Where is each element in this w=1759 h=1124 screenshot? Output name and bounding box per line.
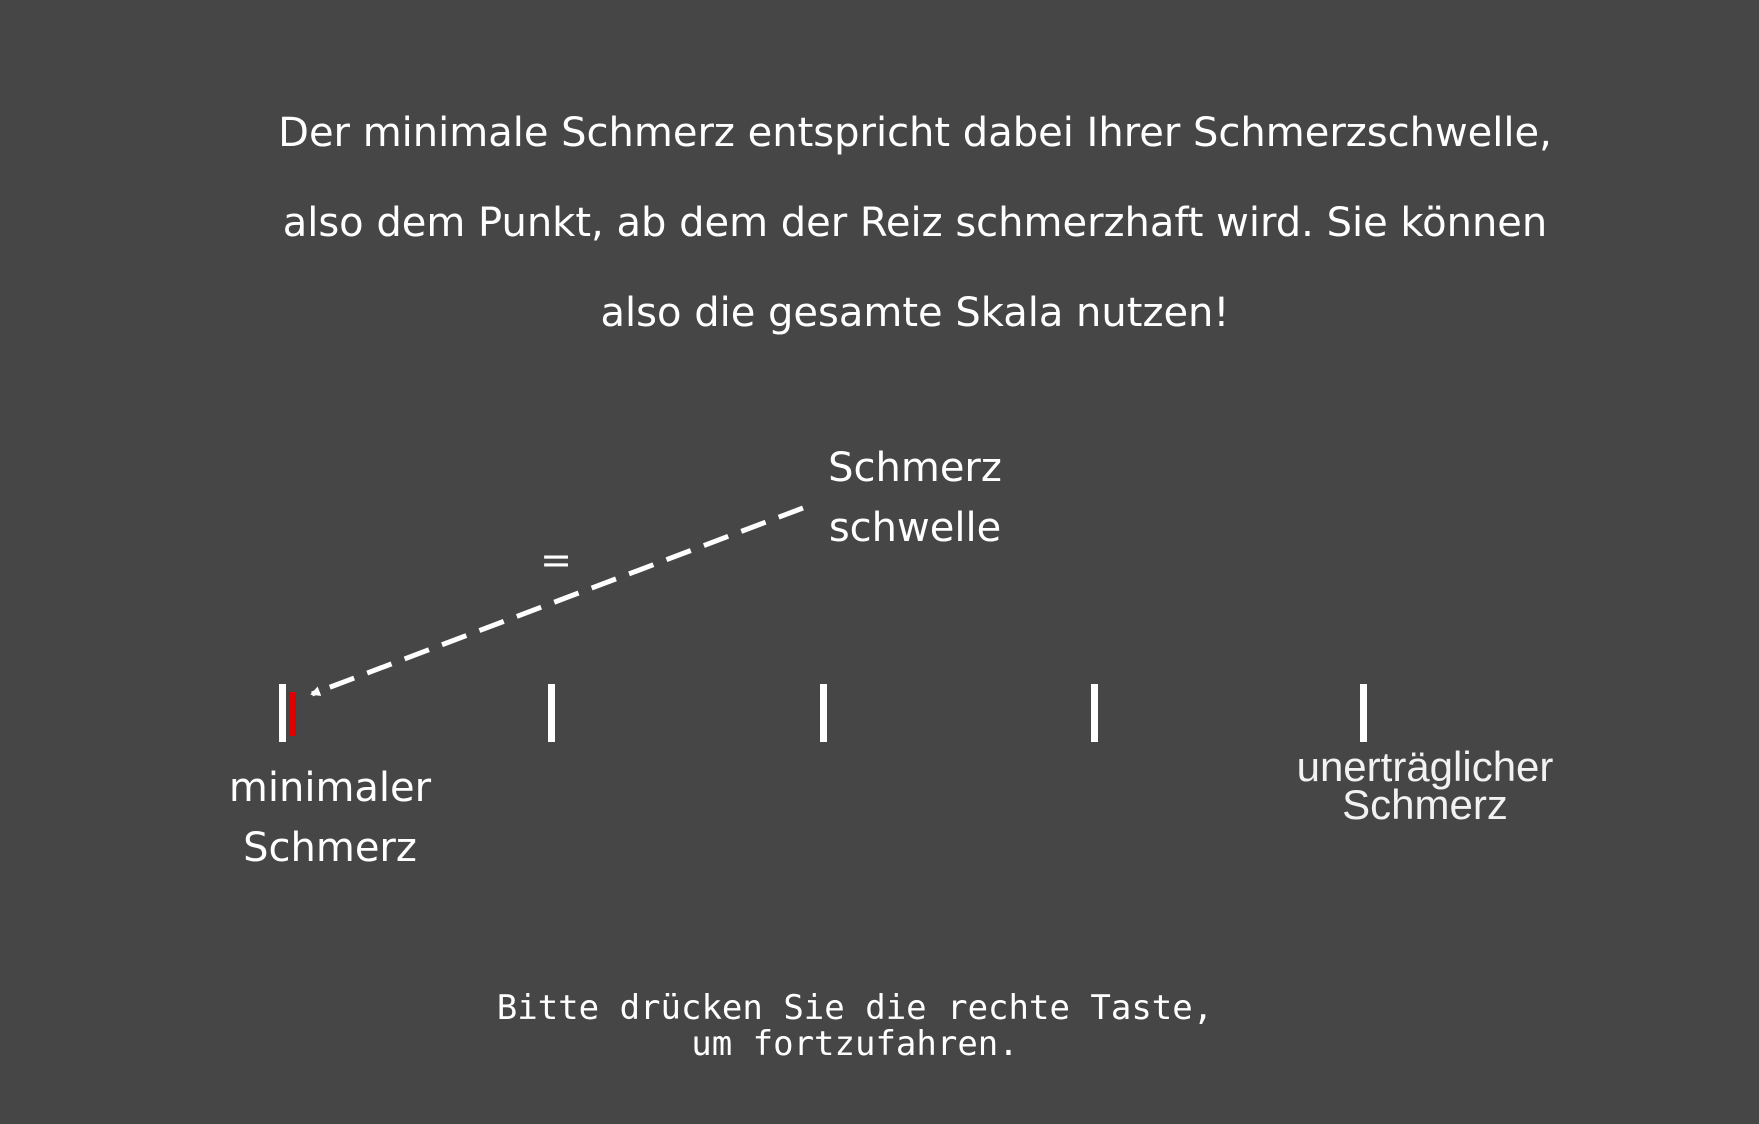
pain-scale-graphic [279,505,1367,742]
maximum-pain-label: unerträglicher Schmerz [1260,746,1590,828]
minimum-pain-label-line-1: minimaler [228,765,432,811]
minimum-pain-label: minimaler Schmerz [200,758,460,878]
continue-instruction: Bitte drücken Sie die rechte Taste, um f… [440,990,1270,1062]
threshold-arrow [310,505,804,697]
scale-tick-4 [1091,684,1098,742]
minimum-pain-marker [289,692,296,736]
minimum-pain-label-line-2: Schmerz [243,825,417,871]
continue-instruction-line-1: Bitte drücken Sie die rechte Taste, [496,988,1214,1028]
scale-tick-2 [548,684,555,742]
scale-tick-1 [279,684,286,742]
scale-tick-5 [1360,684,1367,742]
maximum-pain-label-line-2: Schmerz [1342,781,1508,828]
continue-instruction-line-2: um fortzufahren. [691,1024,1019,1064]
scale-tick-3 [820,684,827,742]
